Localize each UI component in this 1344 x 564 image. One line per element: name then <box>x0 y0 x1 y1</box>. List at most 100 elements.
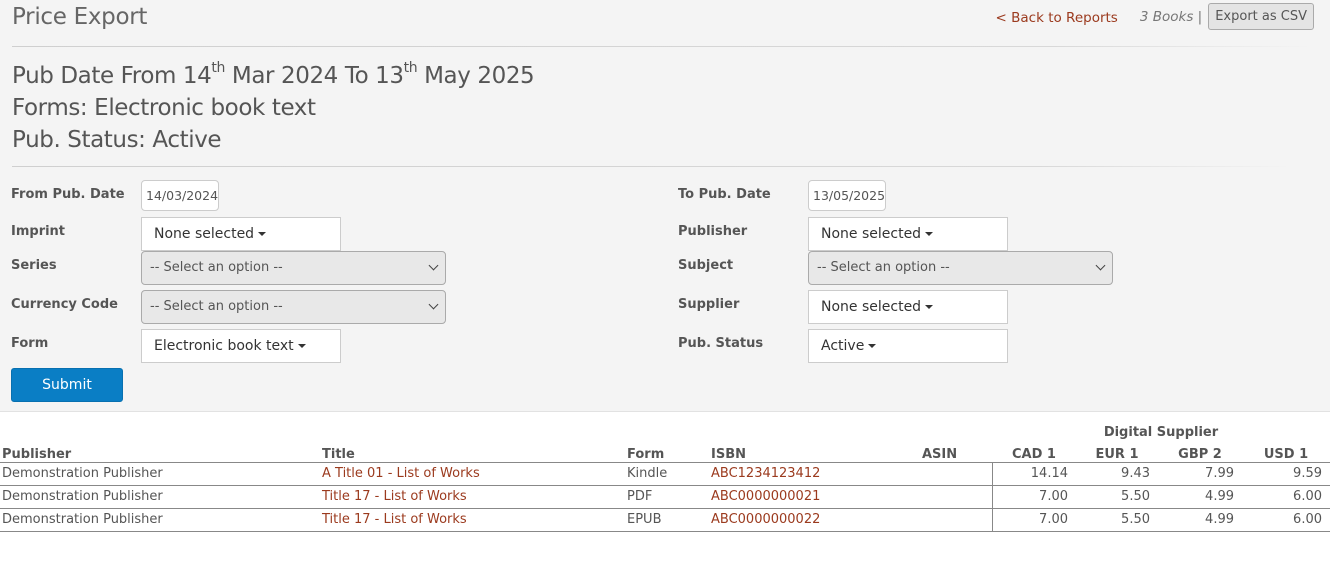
report-summary: Pub Date From 14th Mar 2024 To 13th May … <box>12 60 535 156</box>
isbn-link[interactable]: ABC1234123412 <box>711 466 820 481</box>
form-cell: EPUB <box>625 508 709 532</box>
imprint-value: None selected <box>154 226 255 242</box>
price-cad-cell: 14.14 <box>991 462 1076 486</box>
isbn-link[interactable]: ABC0000000022 <box>711 512 820 527</box>
table-header-row: Publisher Title Form ISBN ASIN CAD 1 EUR… <box>0 440 1330 463</box>
subject-value: -- Select an option -- <box>817 260 950 275</box>
series-select[interactable]: -- Select an option -- <box>141 251 446 285</box>
submit-button[interactable]: Submit <box>11 368 123 402</box>
group-header-spacer <box>0 418 992 440</box>
results-table: Digital Supplier Publisher Title Form IS… <box>0 418 1330 532</box>
filter-panel: Price Export < Back to Reports 3 Books |… <box>0 0 1330 412</box>
isbn-link[interactable]: ABC0000000021 <box>711 489 820 504</box>
isbn-cell: ABC1234123412 <box>709 462 920 486</box>
form-dropdown[interactable]: Electronic book text <box>141 329 341 363</box>
price-cad-cell: 7.00 <box>991 508 1076 532</box>
price-gbp-cell: 4.99 <box>1158 508 1242 532</box>
title-cell: A Title 01 - List of Works <box>320 462 625 486</box>
pub-status-label: Pub. Status <box>678 336 764 351</box>
publisher-cell: Demonstration Publisher <box>0 485 320 509</box>
title-cell: Title 17 - List of Works <box>320 508 625 532</box>
column-header-title: Title <box>320 440 625 463</box>
table-row: Demonstration Publisher Title 17 - List … <box>0 485 1330 509</box>
from-pub-date-label: From Pub. Date <box>11 187 125 202</box>
books-count: 3 Books | <box>1139 8 1203 25</box>
header-actions: < Back to Reports 3 Books | Export as CS… <box>996 3 1314 30</box>
to-pub-date-input[interactable]: 13/05/2025 <box>808 180 886 211</box>
supplier-label: Supplier <box>678 297 740 312</box>
price-cad-cell: 7.00 <box>991 485 1076 509</box>
table-row: Demonstration Publisher A Title 01 - Lis… <box>0 462 1330 486</box>
currency-code-label: Currency Code <box>11 297 118 312</box>
publisher-value: None selected <box>821 226 922 242</box>
column-header-form: Form <box>625 440 709 463</box>
series-value: -- Select an option -- <box>150 260 283 275</box>
subject-label: Subject <box>678 258 734 273</box>
summary-date-to: Mar 2024 To 13 <box>224 63 404 89</box>
price-usd-cell: 6.00 <box>1242 508 1330 532</box>
column-header-cad: CAD 1 <box>992 440 1076 463</box>
divider <box>12 46 1312 47</box>
form-cell: Kindle <box>625 462 709 486</box>
title-link[interactable]: Title 17 - List of Works <box>322 489 467 504</box>
summary-date-end: May 2025 <box>417 63 535 89</box>
subject-select[interactable]: -- Select an option -- <box>808 251 1113 285</box>
currency-code-value: -- Select an option -- <box>150 299 283 314</box>
series-label: Series <box>11 258 57 273</box>
divider <box>12 166 1292 167</box>
isbn-cell: ABC0000000022 <box>709 508 920 532</box>
price-gbp-cell: 7.99 <box>1158 462 1242 486</box>
summary-forms: Forms: Electronic book text <box>12 95 316 121</box>
supplier-dropdown[interactable]: None selected <box>808 290 1008 324</box>
form-cell: PDF <box>625 485 709 509</box>
column-header-isbn: ISBN <box>709 440 920 463</box>
summary-date-range: Pub Date From 14th Mar 2024 To 13th May … <box>12 60 535 92</box>
imprint-dropdown[interactable]: None selected <box>141 217 341 251</box>
summary-date-from: Pub Date From 14 <box>12 63 212 89</box>
currency-code-select[interactable]: -- Select an option -- <box>141 290 446 324</box>
ordinal-suffix: th <box>211 60 225 76</box>
ordinal-suffix: th <box>403 60 418 76</box>
form-value: Electronic book text <box>154 338 294 354</box>
publisher-label: Publisher <box>678 224 748 239</box>
asin-cell <box>920 508 992 532</box>
column-header-usd: USD 1 <box>1242 440 1330 463</box>
isbn-cell: ABC0000000021 <box>709 485 920 509</box>
chevron-down-icon <box>428 260 439 271</box>
caret-down-icon <box>868 344 877 348</box>
export-csv-button[interactable]: Export as CSV <box>1208 3 1314 30</box>
publisher-cell: Demonstration Publisher <box>0 462 320 486</box>
to-pub-date-label: To Pub. Date <box>678 187 771 202</box>
page-title: Price Export <box>12 4 148 30</box>
publisher-cell: Demonstration Publisher <box>0 508 320 532</box>
asin-cell <box>920 462 992 486</box>
supplier-value: None selected <box>821 299 922 315</box>
summary-pub-status: Pub. Status: Active <box>12 127 222 153</box>
chevron-down-icon <box>1095 260 1106 271</box>
title-link[interactable]: Title 17 - List of Works <box>322 512 467 527</box>
column-header-gbp: GBP 2 <box>1158 440 1242 463</box>
pub-status-value: Active <box>821 338 865 354</box>
table-row: Demonstration Publisher Title 17 - List … <box>0 508 1330 532</box>
form-label: Form <box>11 336 49 351</box>
price-gbp-cell: 4.99 <box>1158 485 1242 509</box>
asin-cell <box>920 485 992 509</box>
price-usd-cell: 9.59 <box>1242 462 1330 486</box>
table-group-header-row: Digital Supplier <box>0 418 1330 440</box>
caret-down-icon <box>258 232 267 236</box>
column-header-asin: ASIN <box>920 440 992 463</box>
chevron-down-icon <box>428 299 439 310</box>
pub-status-dropdown[interactable]: Active <box>808 329 1008 363</box>
back-to-reports-link[interactable]: < Back to Reports <box>996 10 1118 26</box>
from-pub-date-input[interactable]: 14/03/2024 <box>141 180 219 211</box>
publisher-dropdown[interactable]: None selected <box>808 217 1008 251</box>
title-cell: Title 17 - List of Works <box>320 485 625 509</box>
digital-supplier-header: Digital Supplier <box>1103 425 1219 440</box>
title-link[interactable]: A Title 01 - List of Works <box>322 466 480 481</box>
caret-down-icon <box>925 232 934 236</box>
caret-down-icon <box>297 344 306 348</box>
column-header-eur: EUR 1 <box>1076 440 1158 463</box>
price-usd-cell: 6.00 <box>1242 485 1330 509</box>
price-eur-cell: 9.43 <box>1076 462 1158 486</box>
column-header-publisher: Publisher <box>0 440 320 463</box>
